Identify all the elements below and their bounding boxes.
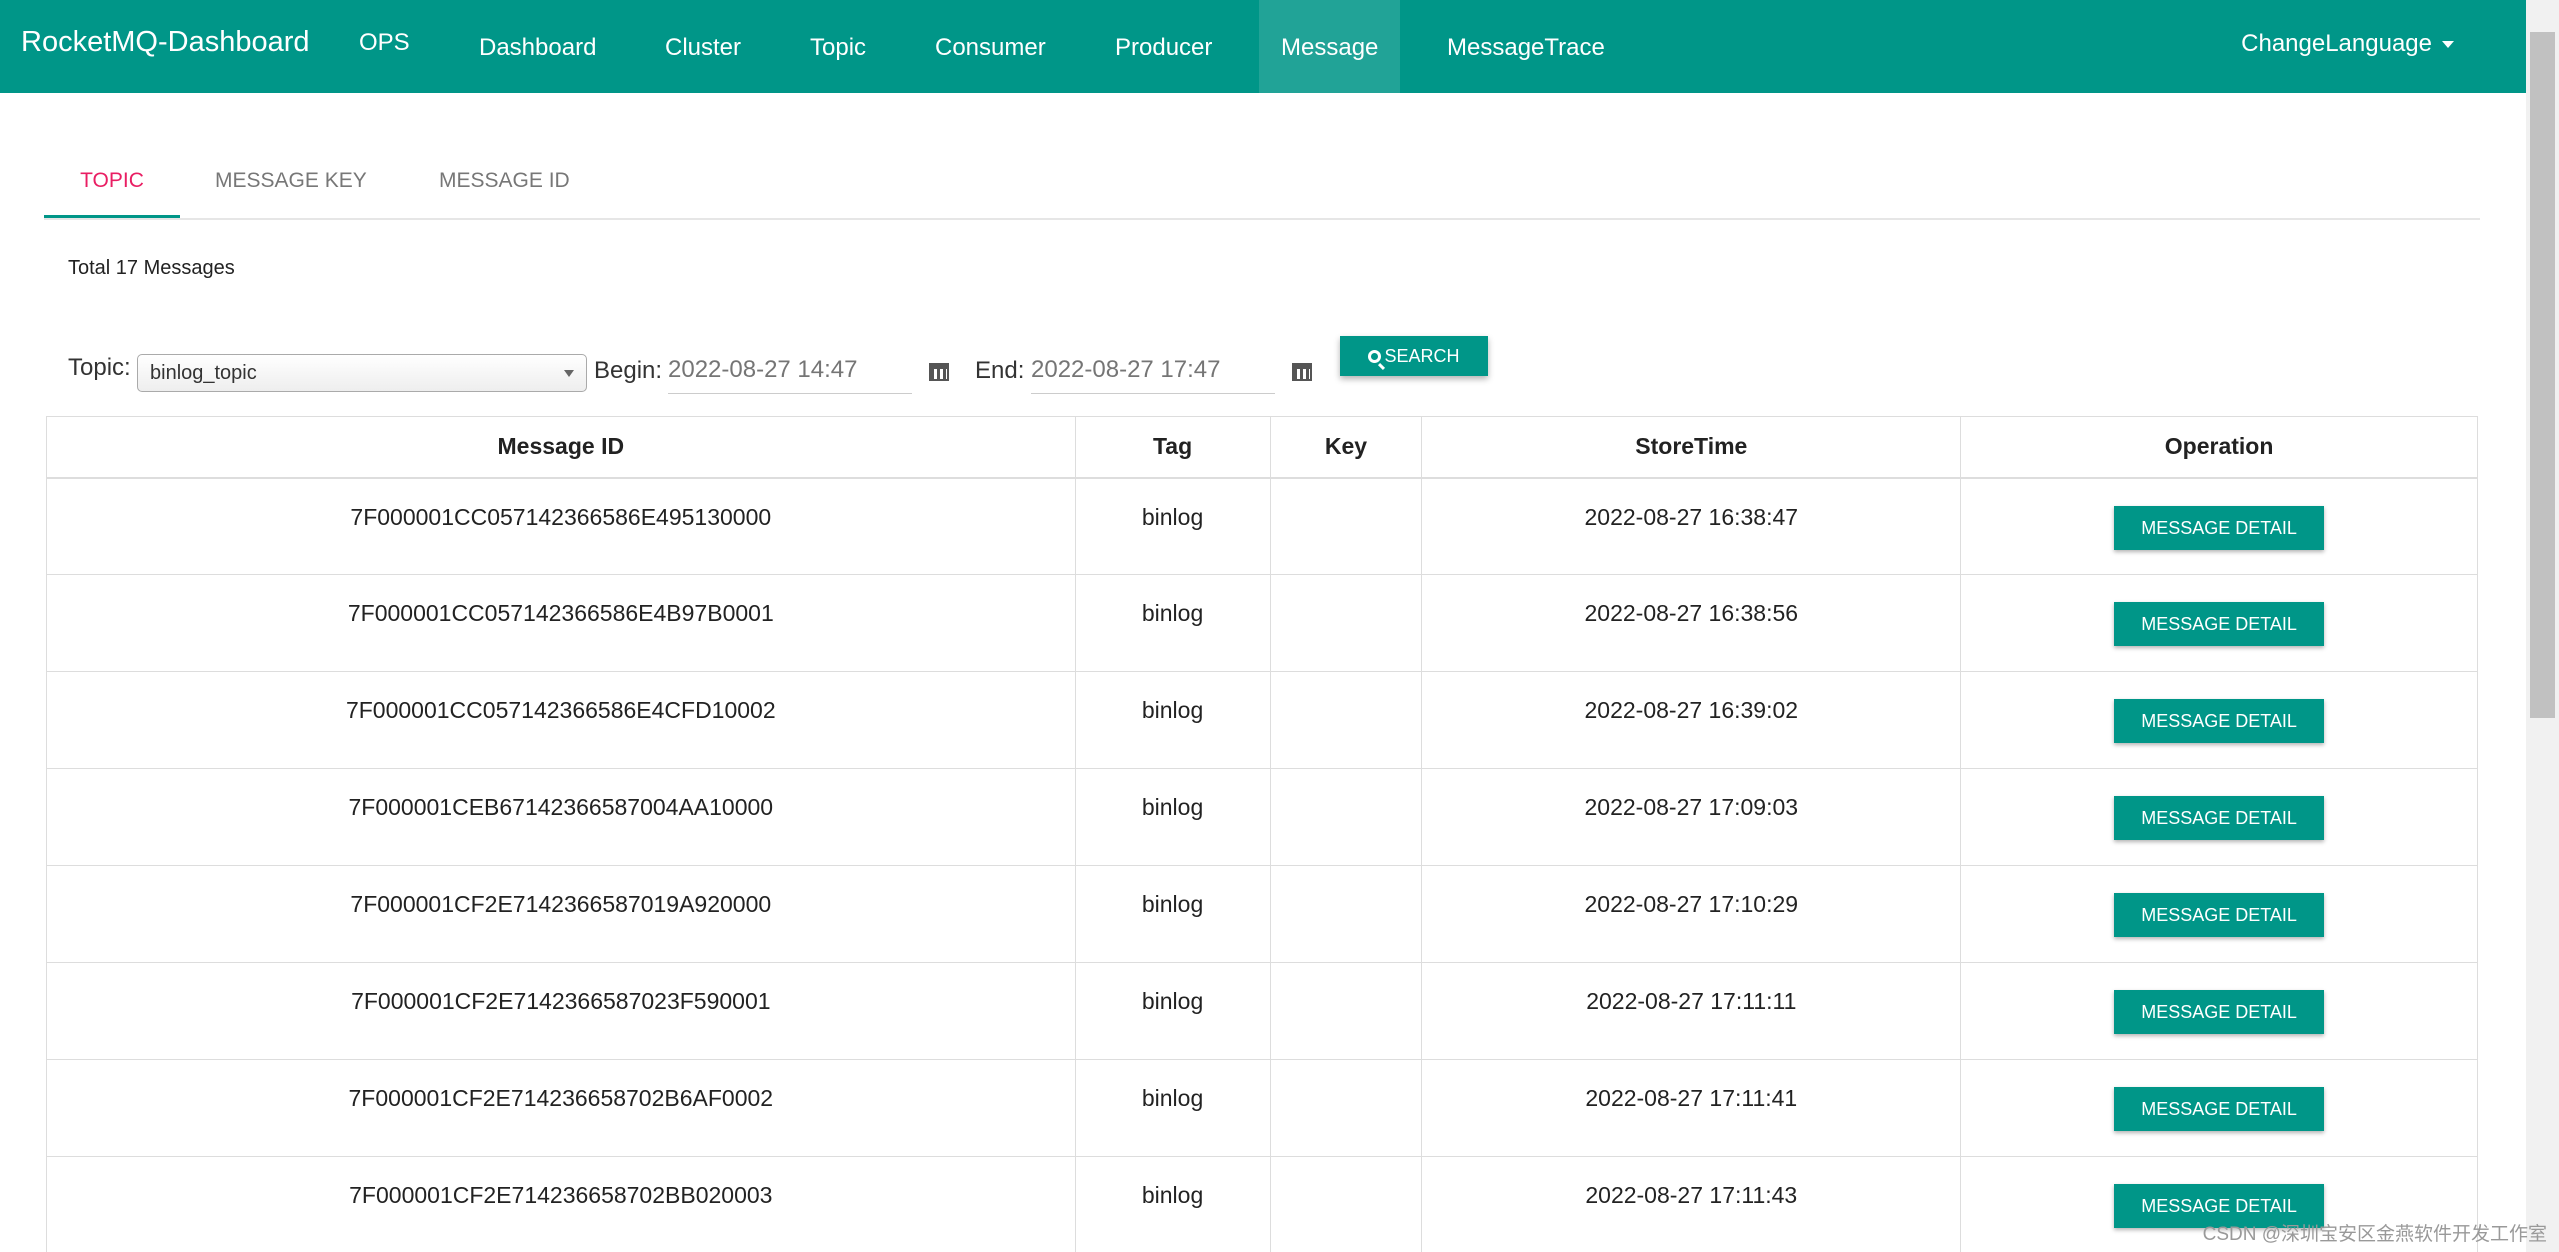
nav-topic[interactable]: Topic — [788, 0, 888, 93]
total-messages-text: Total 17 Messages — [68, 257, 235, 279]
end-date-input[interactable] — [1031, 346, 1275, 394]
cell-tag: binlog — [1074, 477, 1271, 575]
cell-key — [1269, 962, 1423, 1060]
cell-operation: MESSAGE DETAIL — [1960, 1059, 2478, 1157]
cell-key — [1269, 671, 1423, 769]
message-detail-button[interactable]: MESSAGE DETAIL — [2114, 602, 2325, 646]
cell-tag: binlog — [1074, 768, 1271, 866]
topic-label: Topic: — [68, 354, 131, 381]
cell-tag: binlog — [1074, 574, 1271, 672]
calendar-icon[interactable] — [929, 361, 949, 381]
cell-storetime: 2022-08-27 16:39:02 — [1421, 671, 1962, 769]
search-button[interactable]: SEARCH — [1340, 336, 1488, 376]
cell-operation: MESSAGE DETAIL — [1960, 768, 2478, 866]
nav-ops[interactable]: OPS — [337, 0, 432, 93]
topic-select-value: binlog_topic — [150, 362, 257, 384]
cell-message-id: 7F000001CF2E7142366587019A920000 — [46, 865, 1076, 963]
begin-label: Begin: — [594, 357, 663, 384]
cell-key — [1269, 574, 1423, 672]
tab-topic[interactable]: TOPIC — [44, 148, 180, 218]
search-mode-tabs: TOPIC MESSAGE KEY MESSAGE ID — [44, 148, 2480, 220]
topic-select[interactable]: binlog_topic — [137, 354, 587, 392]
cell-message-id: 7F000001CEB67142366587004AA10000 — [46, 768, 1076, 866]
table-row: 7F000001CF2E7142366587019A920000 binlog … — [46, 865, 2478, 963]
search-button-label: SEARCH — [1384, 346, 1460, 366]
message-detail-button[interactable]: MESSAGE DETAIL — [2114, 990, 2325, 1034]
cell-storetime: 2022-08-27 16:38:47 — [1421, 477, 1962, 575]
cell-storetime: 2022-08-27 17:10:29 — [1421, 865, 1962, 963]
header-operation: Operation — [1960, 416, 2478, 479]
begin-date-input[interactable] — [668, 346, 912, 394]
message-detail-button[interactable]: MESSAGE DETAIL — [2114, 699, 2325, 743]
table-row: 7F000001CF2E714236658702BB020003 binlog … — [46, 1156, 2478, 1252]
cell-tag: binlog — [1074, 1156, 1271, 1252]
cell-tag: binlog — [1074, 865, 1271, 963]
change-language-dropdown[interactable]: ChangeLanguage — [2241, 0, 2454, 93]
cell-key — [1269, 477, 1423, 575]
header-tag: Tag — [1074, 416, 1271, 479]
message-detail-button[interactable]: MESSAGE DETAIL — [2114, 796, 2325, 840]
table-header-row: Message ID Tag Key StoreTime Operation — [46, 416, 2478, 479]
calendar-icon[interactable] — [1292, 361, 1312, 381]
cell-storetime: 2022-08-27 16:38:56 — [1421, 574, 1962, 672]
nav-messagetrace[interactable]: MessageTrace — [1425, 0, 1627, 93]
watermark-text: CSDN @深圳宝安区金燕软件开发工作室 — [2202, 1224, 2547, 1245]
scrollbar-thumb[interactable] — [2530, 32, 2555, 718]
tab-message-key[interactable]: MESSAGE KEY — [215, 148, 367, 218]
tab-message-id[interactable]: MESSAGE ID — [439, 148, 570, 218]
nav-consumer[interactable]: Consumer — [913, 0, 1068, 93]
nav-producer[interactable]: Producer — [1093, 0, 1234, 93]
cell-key — [1269, 865, 1423, 963]
messages-table: Message ID Tag Key StoreTime Operation 7… — [46, 416, 2478, 1252]
brand-logo[interactable]: RocketMQ-Dashboard — [21, 26, 310, 59]
header-storetime: StoreTime — [1421, 416, 1962, 479]
nav-dashboard[interactable]: Dashboard — [457, 0, 618, 93]
header-message-id: Message ID — [46, 416, 1076, 479]
cell-key — [1269, 768, 1423, 866]
change-language-label: ChangeLanguage — [2241, 30, 2432, 57]
message-detail-button[interactable]: MESSAGE DETAIL — [2114, 893, 2325, 937]
nav-message[interactable]: Message — [1259, 0, 1400, 93]
cell-message-id: 7F000001CF2E7142366587023F590001 — [46, 962, 1076, 1060]
caret-down-icon — [2442, 41, 2454, 49]
vertical-scrollbar[interactable] — [2526, 0, 2559, 1252]
table-row: 7F000001CF2E714236658702B6AF0002 binlog … — [46, 1059, 2478, 1157]
cell-message-id: 7F000001CF2E714236658702BB020003 — [46, 1156, 1076, 1252]
search-icon — [1368, 350, 1382, 363]
message-detail-button[interactable]: MESSAGE DETAIL — [2114, 505, 2325, 550]
cell-storetime: 2022-08-27 17:11:41 — [1421, 1059, 1962, 1157]
cell-message-id: 7F000001CC057142366586E4B97B0001 — [46, 574, 1076, 672]
nav-cluster[interactable]: Cluster — [643, 0, 763, 93]
cell-tag: binlog — [1074, 1059, 1271, 1157]
top-navbar: RocketMQ-Dashboard OPS Dashboard Cluster… — [0, 0, 2526, 93]
dropdown-arrow-icon — [564, 370, 574, 377]
cell-message-id: 7F000001CC057142366586E4CFD10002 — [46, 671, 1076, 769]
cell-storetime: 2022-08-27 17:09:03 — [1421, 768, 1962, 866]
cell-key — [1269, 1156, 1423, 1252]
end-label: End: — [975, 357, 1025, 384]
cell-message-id: 7F000001CF2E714236658702B6AF0002 — [46, 1059, 1076, 1157]
table-row: 7F000001CEB67142366587004AA10000 binlog … — [46, 768, 2478, 866]
table-row: 7F000001CC057142366586E495130000 binlog … — [46, 477, 2478, 575]
cell-operation: MESSAGE DETAIL — [1960, 962, 2478, 1060]
cell-operation: MESSAGE DETAIL — [1960, 865, 2478, 963]
message-detail-button[interactable]: MESSAGE DETAIL — [2114, 1087, 2325, 1131]
cell-operation: MESSAGE DETAIL — [1960, 574, 2478, 672]
header-key: Key — [1269, 416, 1423, 479]
cell-message-id: 7F000001CC057142366586E495130000 — [46, 477, 1076, 575]
table-row: 7F000001CF2E7142366587023F590001 binlog … — [46, 962, 2478, 1060]
cell-key — [1269, 1059, 1423, 1157]
cell-storetime: 2022-08-27 17:11:43 — [1421, 1156, 1962, 1252]
cell-tag: binlog — [1074, 671, 1271, 769]
table-row: 7F000001CC057142366586E4B97B0001 binlog … — [46, 574, 2478, 672]
cell-storetime: 2022-08-27 17:11:11 — [1421, 962, 1962, 1060]
table-row: 7F000001CC057142366586E4CFD10002 binlog … — [46, 671, 2478, 769]
cell-tag: binlog — [1074, 962, 1271, 1060]
cell-operation: MESSAGE DETAIL — [1960, 477, 2478, 575]
cell-operation: MESSAGE DETAIL — [1960, 671, 2478, 769]
